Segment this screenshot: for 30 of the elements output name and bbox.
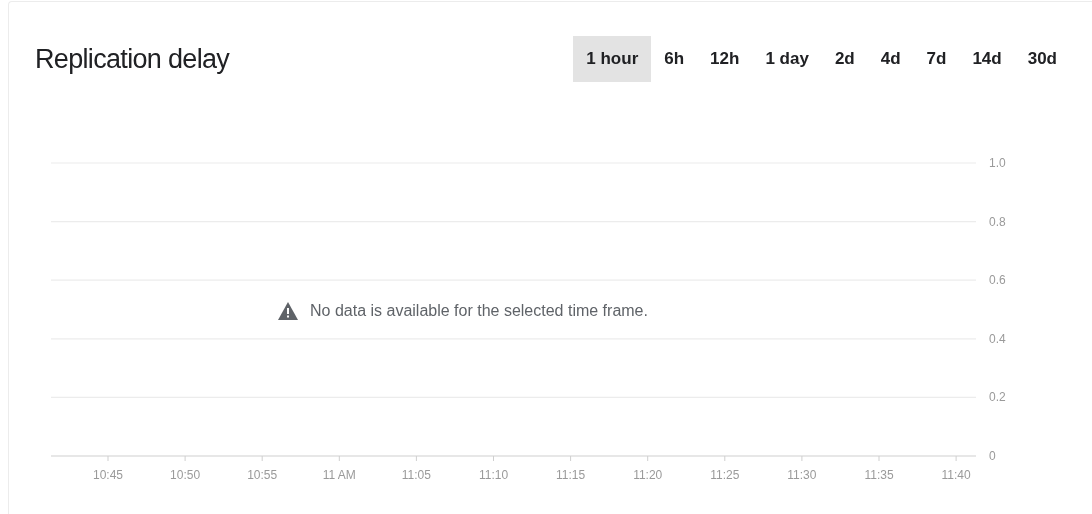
x-axis-label: 11:20: [633, 468, 663, 482]
no-data-message: No data is available for the selected time frame.: [310, 301, 648, 321]
x-axis-label: 10:55: [247, 468, 278, 482]
time-range-tab[interactable]: 2d: [821, 36, 868, 82]
time-range-tab[interactable]: 4d: [867, 36, 914, 82]
time-range-tab[interactable]: 14d: [959, 36, 1015, 82]
time-range-tab[interactable]: 30d: [1014, 36, 1070, 82]
time-range-tab[interactable]: 1 hour: [573, 36, 652, 82]
time-range-tab[interactable]: 7d: [913, 36, 960, 82]
x-axis-label: 11:15: [556, 468, 586, 482]
y-axis-label: 0.6: [989, 273, 1006, 288]
card-title: Replication delay: [35, 42, 230, 76]
y-axis-label: 0.2: [989, 390, 1006, 405]
warning-icon: [278, 302, 298, 320]
y-axis-label: 0.4: [989, 331, 1006, 346]
x-axis-label: 11:05: [401, 468, 431, 482]
x-axis-label: 10:50: [170, 468, 201, 482]
y-axis-label: 0.8: [989, 214, 1006, 229]
y-axis-label: 1.0: [989, 156, 1006, 170]
x-axis-label: 11:35: [864, 468, 894, 482]
time-range-tab[interactable]: 1 day: [752, 36, 822, 82]
y-axis-label: 0: [989, 449, 996, 463]
x-axis-label: 11 AM: [322, 468, 356, 482]
x-axis-label: 10:45: [93, 468, 123, 482]
x-axis-label: 11:25: [710, 468, 740, 482]
x-axis-label: 11:10: [478, 468, 509, 482]
time-range-tab[interactable]: 6h: [651, 36, 698, 82]
time-range-tab[interactable]: 12h: [697, 36, 753, 82]
x-axis-label: 11:40: [941, 468, 971, 482]
x-axis-label: 11:30: [787, 468, 817, 482]
